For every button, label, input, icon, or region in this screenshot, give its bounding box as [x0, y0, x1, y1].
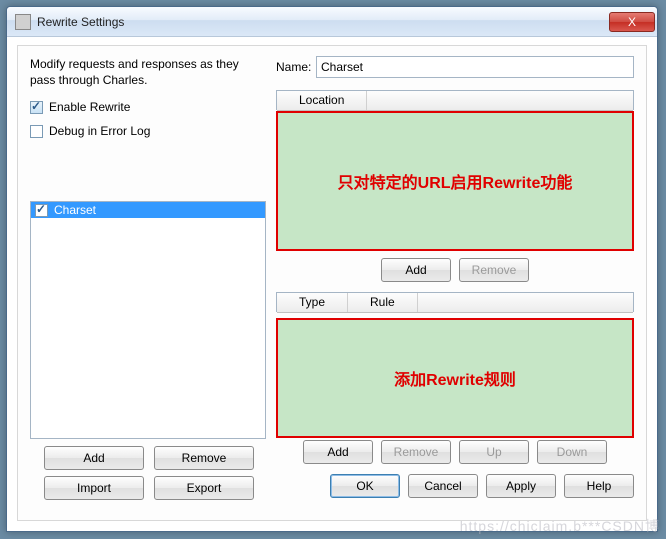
- location-table-header: Location: [276, 90, 634, 110]
- rewrite-sets-list[interactable]: Charset: [30, 201, 266, 439]
- titlebar[interactable]: Rewrite Settings X: [7, 7, 657, 37]
- remove-location-button[interactable]: Remove: [459, 258, 529, 282]
- set-item-checkbox[interactable]: [35, 204, 48, 217]
- remove-rule-button[interactable]: Remove: [381, 440, 451, 464]
- debug-log-row[interactable]: Debug in Error Log: [30, 124, 266, 138]
- rule-column-header[interactable]: Rule: [348, 293, 418, 312]
- rules-table-header: Type Rule: [276, 292, 634, 312]
- list-item[interactable]: Charset: [31, 202, 265, 218]
- left-button-group: Add Remove Import Export: [44, 446, 254, 500]
- window-title: Rewrite Settings: [37, 15, 609, 29]
- location-button-row: Add Remove: [276, 258, 634, 282]
- debug-log-checkbox[interactable]: [30, 125, 43, 138]
- help-button[interactable]: Help: [564, 474, 634, 498]
- remove-set-button[interactable]: Remove: [154, 446, 254, 470]
- ok-button[interactable]: OK: [330, 474, 400, 498]
- cancel-button[interactable]: Cancel: [408, 474, 478, 498]
- client-area: Modify requests and responses as they pa…: [17, 45, 647, 521]
- export-button[interactable]: Export: [154, 476, 254, 500]
- close-button[interactable]: X: [609, 12, 655, 32]
- location-table-body-spacer: [276, 110, 634, 252]
- add-set-button[interactable]: Add: [44, 446, 144, 470]
- left-column: Modify requests and responses as they pa…: [30, 56, 266, 148]
- set-item-label: Charset: [54, 203, 96, 217]
- name-label: Name:: [276, 60, 316, 74]
- description-text: Modify requests and responses as they pa…: [30, 56, 250, 88]
- enable-rewrite-checkbox[interactable]: [30, 101, 43, 114]
- name-row: Name:: [276, 56, 634, 78]
- dialog-button-row: OK Cancel Apply Help: [276, 474, 634, 498]
- apply-button[interactable]: Apply: [486, 474, 556, 498]
- enable-rewrite-label: Enable Rewrite: [49, 100, 130, 114]
- app-icon: [15, 14, 31, 30]
- import-button[interactable]: Import: [44, 476, 144, 500]
- add-rule-button[interactable]: Add: [303, 440, 373, 464]
- down-rule-button[interactable]: Down: [537, 440, 607, 464]
- rules-table-body-spacer: [276, 312, 634, 434]
- up-rule-button[interactable]: Up: [459, 440, 529, 464]
- enable-rewrite-row[interactable]: Enable Rewrite: [30, 100, 266, 114]
- name-input[interactable]: [316, 56, 634, 78]
- location-column-header[interactable]: Location: [277, 91, 367, 110]
- right-column: Name: Location 只对特定的URL启用Rewrite功能 Add R…: [276, 56, 634, 512]
- add-location-button[interactable]: Add: [381, 258, 451, 282]
- rules-button-row: Add Remove Up Down: [276, 440, 634, 464]
- type-column-header[interactable]: Type: [277, 293, 348, 312]
- debug-log-label: Debug in Error Log: [49, 124, 150, 138]
- dialog-window: Rewrite Settings X Modify requests and r…: [6, 6, 658, 532]
